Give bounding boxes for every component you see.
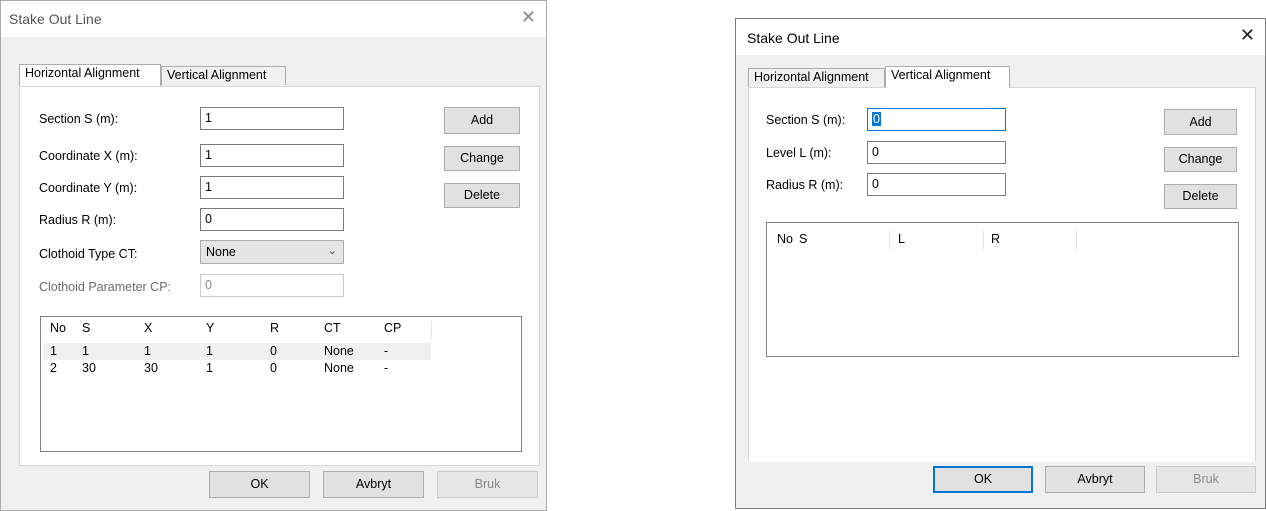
section-input[interactable]: 0 (867, 108, 1006, 131)
level-input[interactable]: 0 (867, 141, 1006, 164)
tab-vertical-alignment[interactable]: Vertical Alignment (161, 66, 286, 85)
clothoid-type-select[interactable]: None ⌄ (200, 240, 344, 264)
cell-no: 1 (50, 344, 57, 358)
coordinate-x-label: Coordinate X (m): (39, 149, 138, 163)
selected-text: 0 (872, 112, 881, 126)
column-separator (1076, 231, 1077, 249)
column-header-s[interactable]: S (799, 232, 807, 246)
coordinate-y-input[interactable]: 1 (200, 176, 344, 199)
column-header-x[interactable]: X (144, 321, 152, 335)
dialog-title: Stake Out Line (747, 30, 840, 46)
cell-cp: - (384, 344, 389, 358)
column-header-no[interactable]: No (50, 321, 66, 335)
cell-r: 0 (270, 344, 277, 358)
delete-button[interactable]: Delete (1164, 184, 1237, 209)
cell-x: 30 (144, 361, 158, 375)
cell-cp: - (384, 361, 389, 375)
delete-button[interactable]: Delete (444, 183, 520, 208)
tab-vertical-alignment[interactable]: Vertical Alignment (885, 66, 1010, 88)
radius-label: Radius R (m): (766, 178, 844, 192)
cell-ct: None (324, 344, 354, 358)
close-icon[interactable]: ✕ (521, 7, 536, 27)
vertical-alignment-list[interactable]: No S L R (766, 222, 1239, 357)
column-header-no[interactable]: No (777, 232, 793, 246)
button-bar: OK Avbryt Bruk (736, 462, 1265, 508)
add-button[interactable]: Add (1164, 109, 1237, 135)
clothoid-type-value: None (206, 245, 236, 259)
cell-y: 1 (206, 344, 213, 358)
column-header-ct[interactable]: CT (324, 321, 341, 335)
tab-panel: Section S (m): 0 Level L (m): 0 Radius R… (748, 87, 1256, 463)
cell-y: 1 (206, 361, 213, 375)
radius-label: Radius R (m): (39, 213, 117, 227)
stake-out-dialog-horizontal: Stake Out Line ✕ Horizontal Alignment Ve… (0, 0, 547, 511)
coordinate-x-input[interactable]: 1 (200, 144, 344, 167)
add-button[interactable]: Add (444, 107, 520, 134)
cell-no: 2 (50, 361, 57, 375)
cancel-button[interactable]: Avbryt (1045, 466, 1145, 493)
column-header-r[interactable]: R (991, 232, 1000, 246)
table-row[interactable]: 2 30 30 1 0 None - (43, 360, 431, 377)
column-header-cp[interactable]: CP (384, 321, 401, 335)
section-input[interactable]: 1 (200, 107, 344, 130)
change-button[interactable]: Change (1164, 147, 1237, 172)
ok-button[interactable]: OK (209, 471, 310, 498)
column-header-y[interactable]: Y (206, 321, 214, 335)
coordinate-y-label: Coordinate Y (m): (39, 181, 138, 195)
change-button[interactable]: Change (444, 146, 520, 171)
ok-button[interactable]: OK (933, 466, 1033, 493)
tab-horizontal-alignment[interactable]: Horizontal Alignment (19, 64, 161, 86)
column-header-r[interactable]: R (270, 321, 279, 335)
cell-r: 0 (270, 361, 277, 375)
radius-input[interactable]: 0 (200, 208, 344, 231)
close-icon[interactable]: ✕ (1240, 25, 1255, 45)
section-label: Section S (m): (39, 112, 119, 126)
column-separator (983, 231, 984, 249)
column-header-s[interactable]: S (82, 321, 90, 335)
cell-s: 30 (82, 361, 96, 375)
title-bar: Stake Out Line ✕ (736, 19, 1265, 55)
clothoid-parameter-input: 0 (200, 274, 344, 297)
tab-panel: Section S (m): 1 Coordinate X (m): 1 Coo… (19, 86, 540, 466)
column-header-l[interactable]: L (898, 232, 905, 246)
apply-button: Bruk (1156, 466, 1256, 493)
table-row[interactable]: 1 1 1 1 0 None - (43, 343, 431, 360)
tab-horizontal-alignment[interactable]: Horizontal Alignment (748, 68, 885, 87)
dialog-title: Stake Out Line (9, 11, 102, 27)
cell-x: 1 (144, 344, 151, 358)
column-separator (889, 231, 890, 249)
cell-ct: None (324, 361, 354, 375)
cell-s: 1 (82, 344, 89, 358)
level-label: Level L (m): (766, 146, 832, 160)
cancel-button[interactable]: Avbryt (323, 471, 424, 498)
apply-button: Bruk (437, 471, 538, 498)
column-separator (431, 321, 432, 339)
chevron-down-icon: ⌄ (327, 245, 337, 257)
clothoid-parameter-label: Clothoid Parameter CP: (39, 280, 172, 294)
title-bar: Stake Out Line ✕ (1, 1, 546, 37)
alignment-list[interactable]: No S X Y R CT CP 1 1 1 1 0 None - 2 30 3… (40, 316, 522, 452)
clothoid-type-label: Clothoid Type CT: (39, 247, 138, 261)
stake-out-dialog-vertical: Stake Out Line ✕ Horizontal Alignment Ve… (735, 18, 1266, 509)
button-bar: OK Avbryt Bruk (1, 466, 546, 510)
section-label: Section S (m): (766, 113, 846, 127)
radius-input[interactable]: 0 (867, 173, 1006, 196)
